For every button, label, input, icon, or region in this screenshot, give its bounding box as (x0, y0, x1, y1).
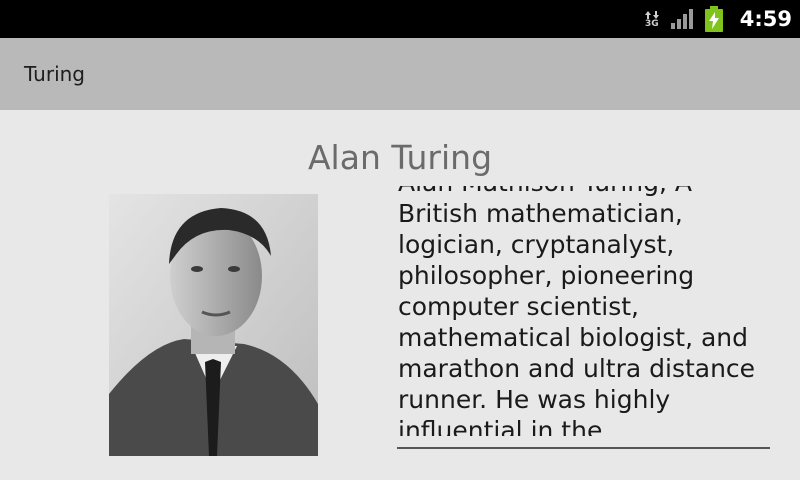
action-bar: Turing (0, 38, 800, 110)
person-name-heading: Alan Turing (307, 138, 493, 177)
arrows-glyph (644, 10, 659, 19)
profile-content: Alan Turing Alan Mathison Turing, A Brit… (0, 110, 800, 480)
status-icons: 3G 4:59 (644, 0, 792, 38)
biography-underline (397, 447, 770, 449)
status-bar: 3G 4:59 (0, 0, 800, 38)
battery-charging-icon (704, 6, 723, 32)
biography-text: Alan Mathison Turing, A British mathemat… (398, 186, 756, 436)
clock: 4:59 (739, 7, 792, 31)
portrait-photo (109, 194, 318, 456)
signal-strength-icon (670, 9, 693, 29)
data-arrows-icon: 3G (644, 10, 660, 29)
app-title: Turing (24, 62, 86, 86)
biography-scroll-area[interactable]: Alan Mathison Turing, A British mathemat… (398, 186, 770, 436)
network-type-label: 3G (644, 18, 659, 29)
